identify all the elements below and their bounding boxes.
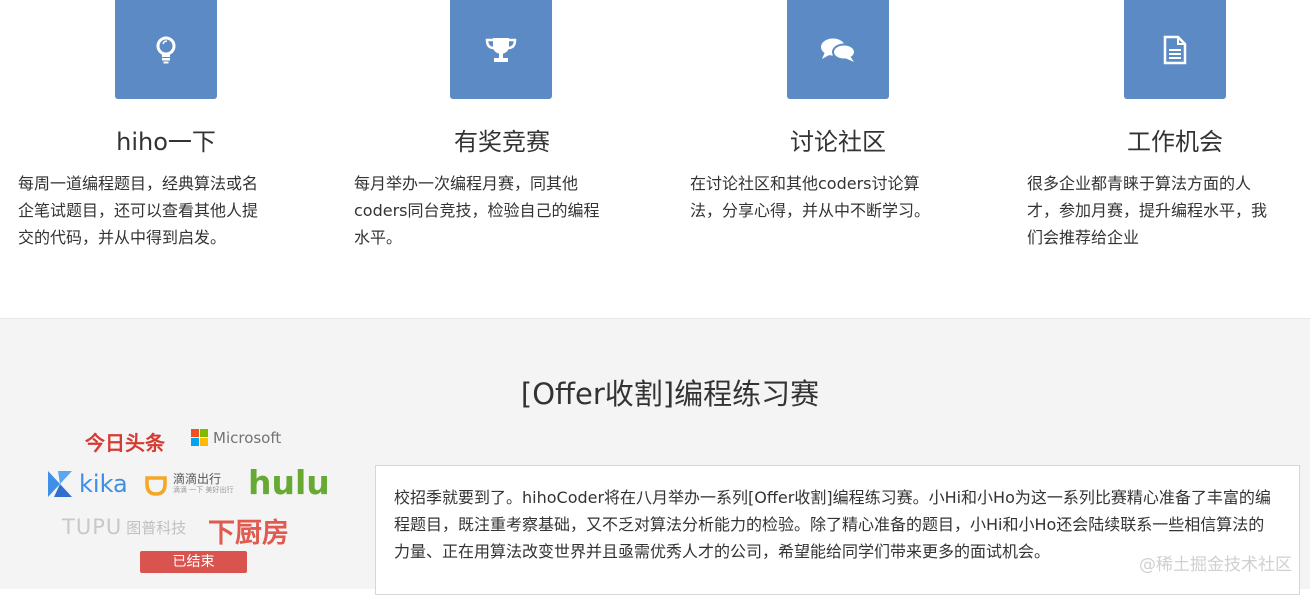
feature-icon-box[interactable] (115, 0, 217, 99)
watermark: @稀土掘金技术社区 (1139, 555, 1292, 575)
desc-line: 在讨论社区和其他coders讨论算 (690, 174, 920, 193)
kika-icon (48, 471, 72, 497)
didi-subtext: 滴滴 一下 美好出行 (173, 486, 234, 494)
feature-icon-box[interactable] (450, 0, 552, 99)
didi-icon (145, 476, 167, 496)
desc-line: coders同台竞技，检验自己的编程 (354, 201, 600, 220)
contest-title[interactable]: [Offer收割]编程练习赛 (0, 371, 1310, 413)
microsoft-icon (191, 429, 208, 446)
didi-logo: 滴滴出行 滴滴 一下 美好出行 (144, 472, 234, 496)
desc-line: 才，参加月赛，提升编程水平，我 (1027, 201, 1268, 220)
feature-title[interactable]: 讨论社区 (790, 122, 886, 157)
desc-line: 很多企业都青睐于算法方面的人 (1027, 174, 1252, 193)
comments-icon (821, 38, 856, 62)
feature-title[interactable]: 有奖竞赛 (454, 122, 550, 157)
feature-description: 每月举办一次编程月赛，同其他 coders同台竞技，检验自己的编程 水平。 (354, 170, 644, 251)
xiachufang-logo: 下厨房 (208, 518, 289, 549)
microsoft-logo: Microsoft (191, 429, 281, 447)
feature-description: 很多企业都青睐于算法方面的人 才，参加月赛，提升编程水平，我 们会推荐给企业 (1027, 170, 1310, 251)
desc-line: 企笔试题目，还可以查看其他人提 (18, 201, 259, 220)
kika-logo: kika (46, 469, 128, 499)
trophy-icon (485, 37, 517, 62)
feature-icon-box[interactable] (787, 0, 889, 99)
document-icon (1163, 35, 1187, 64)
feature-title[interactable]: 工作机会 (1127, 122, 1223, 157)
tupu-logo: TUPU 图普科技 (62, 515, 186, 539)
tupu-text: TUPU (62, 515, 123, 539)
desc-line: 交的代码，并从中得到启发。 (18, 228, 227, 247)
desc-line: 每周一道编程题目，经典算法或名 (18, 174, 259, 193)
feature-description: 在讨论社区和其他coders讨论算 法，分享心得，并从中不断学习。 (690, 170, 980, 224)
desc-line: 每月举办一次编程月赛，同其他 (354, 174, 579, 193)
tupu-cn-text: 图普科技 (126, 518, 187, 537)
microsoft-text: Microsoft (213, 429, 282, 447)
didi-text: 滴滴出行 (173, 472, 222, 486)
desc-line: 们会推荐给企业 (1027, 228, 1140, 247)
toutiao-logo: 今日头条 (85, 431, 165, 455)
feature-title[interactable]: hiho一下 (116, 122, 216, 157)
status-badge: 已结束 (140, 551, 247, 573)
feature-description: 每周一道编程题目，经典算法或名 企笔试题目，还可以查看其他人提 交的代码，并从中… (18, 170, 308, 251)
offer-contest-section: [Offer收割]编程练习赛 今日头条 Microsoft kika 滴滴出行 … (0, 318, 1310, 595)
desc-line: 法，分享心得，并从中不断学习。 (690, 201, 931, 220)
sponsor-logos: 今日头条 Microsoft kika 滴滴出行 滴滴 一下 美好出行 hulu… (40, 423, 350, 589)
lightbulb-icon (156, 36, 176, 63)
kika-text: kika (79, 470, 128, 498)
contest-description-box: 校招季就要到了。hihoCoder将在八月举办一系列[Offer收割]编程练习赛… (375, 465, 1300, 595)
features-section: hiho一下 每周一道编程题目，经典算法或名 企笔试题目，还可以查看其他人提 交… (0, 0, 1310, 318)
desc-line: 水平。 (354, 228, 403, 247)
hulu-logo: hulu (248, 463, 330, 502)
feature-icon-box[interactable] (1124, 0, 1226, 99)
